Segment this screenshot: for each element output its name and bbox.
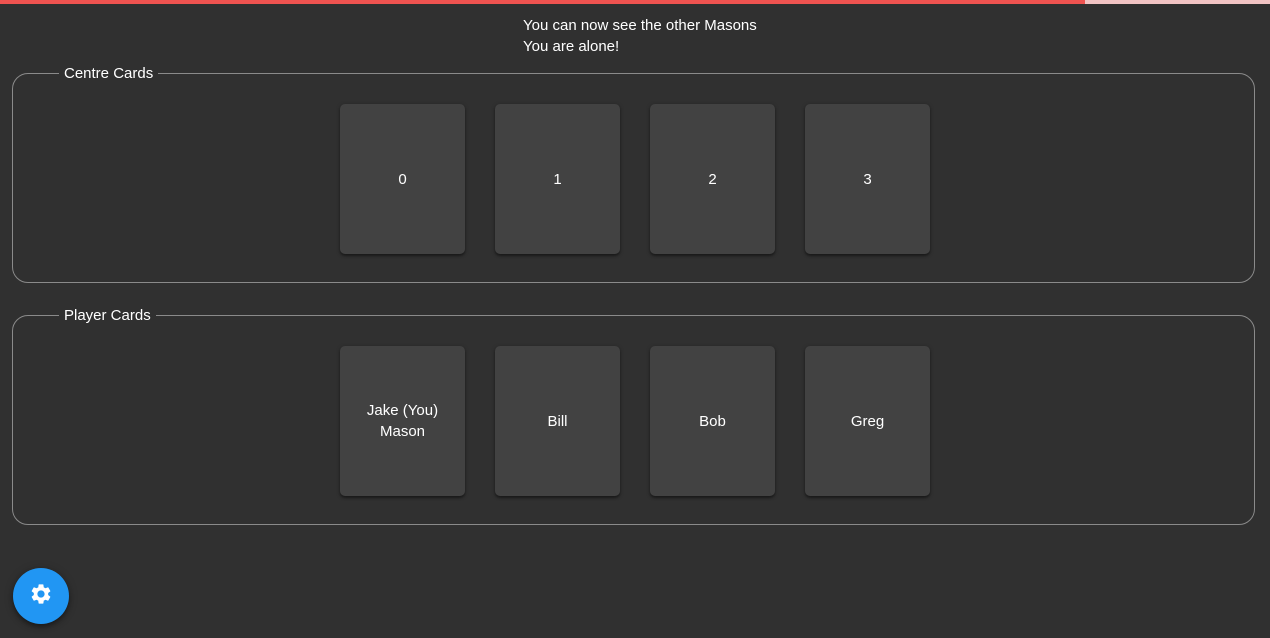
card-label: 3	[863, 170, 872, 188]
card-label: 2	[708, 170, 717, 188]
status-message: You can now see the other Masons	[523, 17, 757, 34]
gear-icon	[29, 582, 53, 611]
centre-cards-group: Centre Cards 0 1 2 3	[12, 64, 1255, 283]
status-message: You are alone!	[523, 38, 620, 55]
centre-cards-legend: Centre Cards	[59, 64, 159, 84]
player-cards-row: Jake (You) Mason Bill Bob Greg	[340, 346, 930, 496]
card-label: 0	[398, 170, 407, 188]
timer-progress-fill	[0, 0, 1085, 4]
settings-button[interactable]	[13, 568, 69, 624]
timer-progress-bar	[0, 0, 1270, 4]
centre-card[interactable]: 0	[340, 104, 465, 254]
status-messages: You can now see the other Masons You are…	[523, 15, 757, 57]
player-card[interactable]: Bob	[650, 346, 775, 496]
centre-card[interactable]: 1	[495, 104, 620, 254]
player-name: Jake (You)	[366, 402, 439, 419]
player-role: Mason	[379, 423, 426, 440]
centre-card[interactable]: 2	[650, 104, 775, 254]
player-cards-legend: Player Cards	[59, 306, 156, 326]
player-card[interactable]: Greg	[805, 346, 930, 496]
player-cards-group: Player Cards Jake (You) Mason Bill Bob G…	[12, 306, 1255, 525]
player-name: Bill	[547, 412, 568, 430]
card-label: 1	[553, 170, 562, 188]
centre-cards-row: 0 1 2 3	[340, 104, 930, 254]
centre-card[interactable]: 3	[805, 104, 930, 254]
player-name: Greg	[850, 412, 885, 430]
player-name: Bob	[699, 412, 726, 430]
player-card[interactable]: Bill	[495, 346, 620, 496]
player-card[interactable]: Jake (You) Mason	[340, 346, 465, 496]
